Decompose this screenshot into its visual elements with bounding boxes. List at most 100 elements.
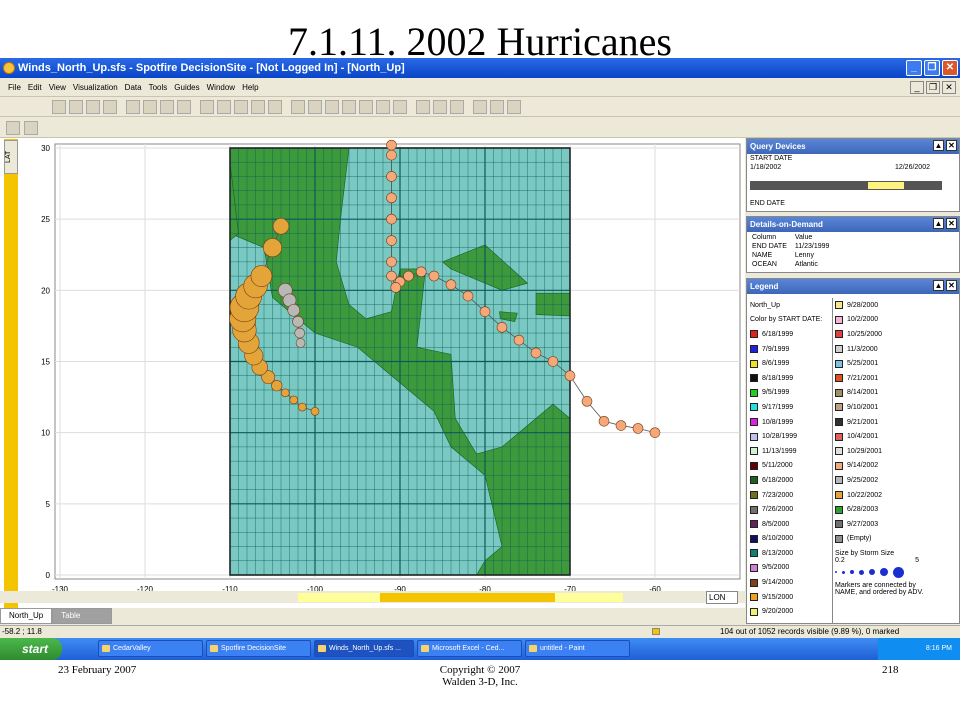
legend-item[interactable]: 10/25/2000 [835,327,957,342]
legend-item[interactable]: 10/8/1999 [750,415,832,430]
legend-item[interactable]: 10/2/2000 [835,313,957,328]
close-button[interactable]: ✕ [942,60,958,76]
legend-item[interactable]: 5/11/2000 [750,459,832,474]
legend-item[interactable]: 6/28/2003 [835,502,957,517]
legend-item[interactable]: 5/25/2001 [835,356,957,371]
toolbar-tool-icon[interactable] [69,99,83,114]
legend-item[interactable]: 10/4/2001 [835,429,957,444]
legend-item[interactable]: 11/13/1999 [750,444,832,459]
legend-item[interactable]: 7/23/2000 [750,488,832,503]
legend-item[interactable]: 10/28/1999 [750,429,832,444]
legend-item[interactable]: 9/10/2001 [835,400,957,415]
toolbar-tool-icon[interactable] [490,99,504,114]
toolbar-tool-icon[interactable] [473,99,487,114]
query-collapse-button[interactable]: ▲ [933,140,944,151]
details-close-button[interactable]: ✕ [946,218,957,229]
toolbar-tool-icon[interactable] [268,99,282,114]
mdi-minimize-button[interactable]: _ [910,81,924,94]
legend-item[interactable]: 9/14/2002 [835,459,957,474]
legend-item[interactable]: 8/10/2000 [750,532,832,547]
query-close-button[interactable]: ✕ [946,140,957,151]
toolbar-tool-icon[interactable] [450,99,464,114]
menu-item-guides[interactable]: Guides [174,83,199,92]
legend-item[interactable]: 9/25/2002 [835,473,957,488]
toolbar-tool-icon[interactable] [160,99,174,114]
menu-item-data[interactable]: Data [125,83,142,92]
tab-table[interactable]: Table [52,608,113,624]
menu-item-edit[interactable]: Edit [28,83,42,92]
minimize-button[interactable]: _ [906,60,922,76]
legend-item[interactable]: 8/14/2001 [835,386,957,401]
lat-axis-slider[interactable] [4,139,18,609]
start-date-range-slider[interactable] [750,181,942,190]
toolbar-tool-icon[interactable] [251,99,265,114]
menu-item-window[interactable]: Window [207,83,235,92]
lat-axis-selector[interactable]: LAT [4,140,18,174]
legend-item[interactable]: 9/5/2000 [750,561,832,576]
legend-item[interactable]: 11/3/2000 [835,342,957,357]
legend-close-button[interactable]: ✕ [946,280,957,291]
tab-north-up[interactable]: North_Up [0,608,53,624]
legend-item[interactable]: 9/14/2000 [750,575,832,590]
menu-item-help[interactable]: Help [242,83,258,92]
panel-toggle-icon[interactable] [6,120,20,135]
toolbar-tool-icon[interactable] [376,99,390,114]
legend-item[interactable]: 9/20/2000 [750,604,832,619]
restore-button[interactable]: ❐ [924,60,940,76]
toolbar-tool-icon[interactable] [200,99,214,114]
toolbar-tool-icon[interactable] [308,99,322,114]
toolbar-tool-icon[interactable] [143,99,157,114]
hurricane-map-plot[interactable]: -130 -120 -110 -100 -90 -80 -70 -60302520151050 [0,138,745,594]
legend-item[interactable]: 9/28/2000 [835,298,957,313]
legend-item[interactable]: 7/9/1999 [750,342,832,357]
lon-slider-thumb[interactable] [380,593,555,602]
legend-item[interactable]: 10/22/2002 [835,488,957,503]
taskbar-task[interactable]: Microsoft Excel - Ced... [417,640,522,657]
toolbar-tool-icon[interactable] [217,99,231,114]
home-icon[interactable] [24,120,38,135]
toolbar-tool-icon[interactable] [342,99,356,114]
taskbar-task[interactable]: CedarValley [98,640,203,657]
menu-item-view[interactable]: View [49,83,66,92]
toolbar-tool-icon[interactable] [507,99,521,114]
toolbar-tool-icon[interactable] [86,99,100,114]
legend-item[interactable]: 6/18/2000 [750,473,832,488]
legend-item[interactable]: 10/29/2001 [835,444,957,459]
legend-item[interactable]: 7/26/2000 [750,502,832,517]
menu-item-tools[interactable]: Tools [149,83,168,92]
toolbar-tool-icon[interactable] [126,99,140,114]
legend-item[interactable]: 8/5/2000 [750,517,832,532]
window-titlebar[interactable]: Winds_North_Up.sfs - Spotfire DecisionSi… [0,58,960,78]
toolbar-tool-icon[interactable] [416,99,430,114]
taskbar-task[interactable]: untitled - Paint [525,640,630,657]
mdi-restore-button[interactable]: ❐ [926,81,940,94]
toolbar-tool-icon[interactable] [291,99,305,114]
toolbar-tool-icon[interactable] [393,99,407,114]
lon-axis-slider[interactable] [0,591,745,603]
menu-item-visualization[interactable]: Visualization [73,83,118,92]
legend-item[interactable]: 9/21/2001 [835,415,957,430]
legend-item[interactable]: 9/15/2000 [750,590,832,605]
legend-item[interactable]: 8/18/1999 [750,371,832,386]
legend-item[interactable]: 8/6/1999 [750,356,832,371]
legend-collapse-button[interactable]: ▲ [933,280,944,291]
menu-item-file[interactable]: File [8,83,21,92]
legend-item[interactable]: 7/21/2001 [835,371,957,386]
start-button[interactable]: start [0,638,62,660]
mdi-close-button[interactable]: ✕ [942,81,956,94]
legend-item[interactable]: 6/18/1999 [750,327,832,342]
scatter-plot-area[interactable]: -130 -120 -110 -100 -90 -80 -70 -60 30 25 20 15 10 5 0 [0,138,745,608]
toolbar-tool-icon[interactable] [433,99,447,114]
legend-item[interactable]: 9/27/2003 [835,517,957,532]
toolbar-tool-icon[interactable] [177,99,191,114]
legend-item[interactable]: 9/17/1999 [750,400,832,415]
toolbar-tool-icon[interactable] [234,99,248,114]
toolbar-tool-icon[interactable] [52,99,66,114]
taskbar-task[interactable]: Spotfire DecisionSite [206,640,311,657]
toolbar-tool-icon[interactable] [359,99,373,114]
lon-axis-selector[interactable]: LON [706,591,738,604]
taskbar-task[interactable]: Winds_North_Up.sfs ... [314,640,414,657]
legend-item[interactable]: 9/5/1999 [750,386,832,401]
details-collapse-button[interactable]: ▲ [933,218,944,229]
legend-item[interactable]: (Empty) [835,532,957,547]
